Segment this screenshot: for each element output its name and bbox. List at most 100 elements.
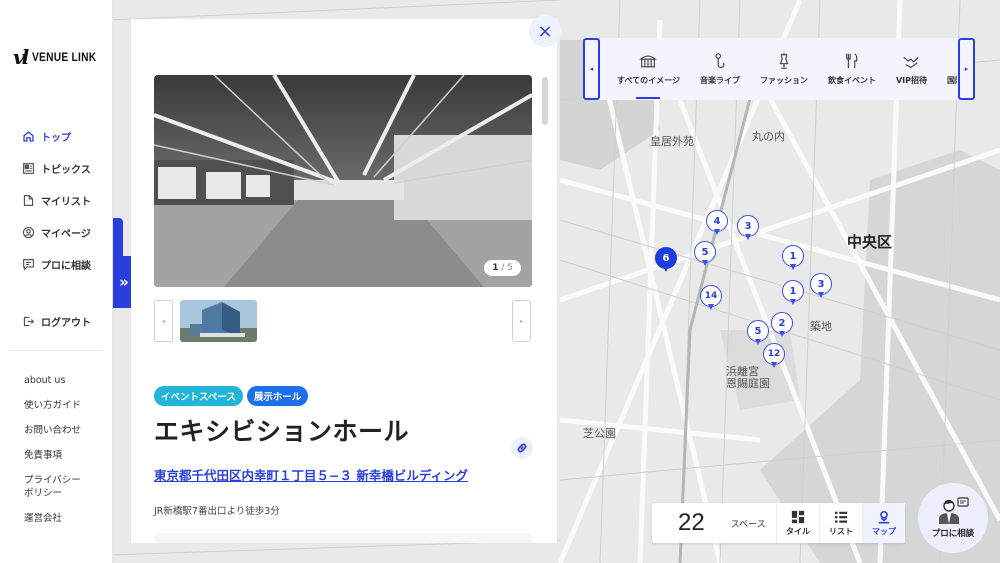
user-circle-icon [22, 226, 35, 238]
result-count-unit: スペース [730, 519, 766, 530]
venue-thumbnail[interactable] [180, 300, 257, 342]
tag-event-space[interactable]: イベントスペース [154, 386, 243, 406]
map-pin[interactable]: 6 [655, 247, 677, 275]
view-label: リスト [829, 526, 853, 536]
category-food-event[interactable]: 飲食イベント [818, 38, 886, 100]
news-icon [23, 162, 34, 174]
link-guide[interactable]: 使い方ガイド [24, 399, 81, 412]
category-international[interactable]: 国際イベント [937, 38, 957, 100]
sidebar-item-label: トピックス [41, 164, 91, 176]
category-label: 音楽ライブ [699, 76, 740, 85]
category-next-button[interactable]: ▸ [958, 38, 975, 100]
category-label: VIP招待 [895, 76, 927, 85]
home-icon [23, 130, 34, 142]
image-counter: 1 / 5 [484, 260, 521, 276]
consult-label: プロに相談 [931, 529, 975, 539]
sidebar-item-label: マイリスト [41, 196, 91, 208]
category-music-live[interactable]: 音楽ライブ [690, 38, 750, 100]
sidebar-item-topics[interactable]: トピックス [22, 152, 91, 184]
category-all[interactable]: すべてのイメージ [607, 38, 690, 100]
thumbnail-next-button[interactable]: ▸ [512, 300, 531, 342]
link-about[interactable]: about us [24, 374, 81, 387]
link-privacy[interactable]: プライバシー ポリシー [24, 474, 81, 500]
document-icon [23, 194, 34, 206]
close-panel-button[interactable]: × [529, 15, 561, 47]
footer-links: about us 使い方ガイド お問い合わせ 免責事項 プライバシー ポリシー … [24, 374, 81, 537]
sidebar-item-top[interactable]: トップ [22, 120, 91, 152]
sidebar-divider [8, 350, 104, 351]
copy-link-button[interactable] [511, 437, 533, 459]
category-prev-button[interactable]: ◂ [583, 38, 600, 100]
dress-form-icon [779, 52, 789, 69]
result-count: 22 スペース [652, 503, 776, 543]
logout-label: ログアウト [41, 317, 91, 329]
tag-exhibition-hall[interactable]: 展示ホール [246, 386, 309, 406]
logout-button[interactable]: ログアウト [22, 305, 91, 337]
category-label: 飲食イベント [827, 76, 876, 85]
category-vip[interactable]: VIP招待 [886, 38, 937, 100]
category-list: すべてのイメージ 音楽ライブ ファッション 飲食イベント VIP招待 国際イベン… [607, 38, 957, 100]
venue-title: エキシビションホール [154, 417, 410, 446]
cutlery-icon [845, 53, 858, 69]
map-label: 芝公園 [583, 427, 616, 440]
tile-icon [791, 510, 805, 523]
logo[interactable]: vl VENUE LINK [13, 45, 108, 69]
sidebar-item-mypage[interactable]: マイページ [22, 216, 91, 248]
view-list-button[interactable]: リスト [819, 503, 862, 543]
link-company[interactable]: 運営会社 [24, 512, 81, 525]
view-tile-button[interactable]: タイル [776, 503, 819, 543]
map-label: 築地 [810, 320, 832, 333]
panel-scrollbar[interactable] [542, 77, 548, 125]
panel-section [154, 533, 532, 543]
logout-section: ログアウト [22, 305, 91, 337]
category-label: ファッション [759, 76, 808, 85]
link-icon [517, 443, 527, 453]
map-pin[interactable]: 1 [782, 280, 804, 308]
map-pin[interactable]: 4 [706, 210, 728, 238]
view-label: マップ [872, 526, 896, 536]
close-icon: × [537, 20, 553, 42]
microphone-icon [715, 53, 725, 69]
category-label: すべてのイメージ [617, 76, 680, 85]
logo-mark: vl [13, 45, 29, 69]
link-contact[interactable]: お問い合わせ [24, 424, 81, 437]
building-photo [180, 300, 257, 342]
map-pin[interactable]: 14 [700, 285, 722, 313]
sidebar-item-label: マイページ [41, 228, 91, 240]
sidebar-item-mylist[interactable]: マイリスト [22, 184, 91, 216]
map-pin[interactable]: 2 [771, 312, 793, 340]
category-fashion[interactable]: ファッション [750, 38, 818, 100]
results-bar: 22 スペース タイル リスト マップ [652, 503, 905, 543]
thumbnail-prev-button[interactable]: ◂ [154, 300, 173, 342]
sidebar-item-label: プロに相談 [41, 260, 91, 272]
venue-detail-panel: 1 / 5 ◂ ▸ イベントスペース 展示ホール エキシビションホール 東京都千… [131, 19, 557, 543]
venue-address-link[interactable]: 東京都千代田区内幸町１丁目５−３ 新幸橋ビルディング [154, 465, 468, 484]
sidebar-item-label: トップ [41, 132, 71, 144]
view-label: タイル [786, 526, 810, 536]
map-label: 中央区 [847, 233, 893, 251]
consult-pro-button[interactable]: プロに相談 [918, 483, 988, 553]
sidebar-nav: トップ トピックス マイリスト マイページ プロに相談 [22, 120, 91, 280]
map-pin[interactable]: 1 [782, 245, 804, 273]
logout-icon [23, 316, 35, 326]
map-pin-icon [878, 510, 890, 523]
map-pin[interactable]: 3 [810, 273, 832, 301]
consultant-icon [939, 497, 969, 524]
map-pin[interactable]: 12 [763, 343, 785, 371]
map-pin[interactable]: 5 [694, 241, 716, 269]
map-label: 丸の内 [752, 130, 785, 143]
link-disclaimer[interactable]: 免責事項 [24, 449, 81, 462]
building-icon [639, 55, 658, 68]
map-pin[interactable]: 3 [737, 215, 759, 243]
sidebar-item-consult[interactable]: プロに相談 [22, 248, 91, 280]
venue-main-image[interactable]: 1 / 5 [154, 75, 532, 287]
view-map-button[interactable]: マップ [862, 503, 905, 543]
category-label: 国際イベント [947, 76, 957, 85]
list-icon [834, 511, 848, 523]
venue-tags: イベントスペース 展示ホール [154, 386, 309, 406]
venue-access: JR新橋駅7番出口より徒歩3分 [154, 506, 280, 517]
handshake-icon [903, 56, 920, 68]
sidebar: vl VENUE LINK トップ トピックス マイリスト マイページ プロに相… [0, 0, 113, 563]
category-bar: ◂ すべてのイメージ 音楽ライブ ファッション 飲食イベント VIP招待 国際イ… [583, 38, 975, 100]
logo-text: VENUE LINK [32, 50, 97, 64]
